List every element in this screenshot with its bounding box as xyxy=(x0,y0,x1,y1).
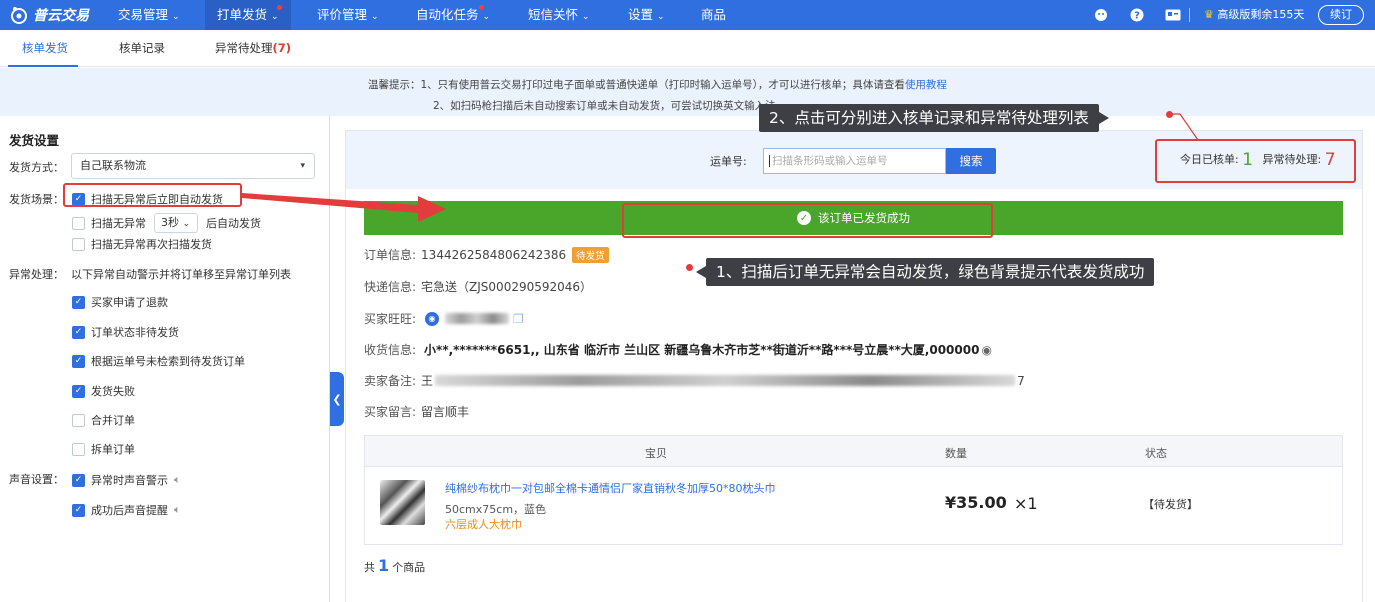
annotation-arrows xyxy=(242,113,1199,222)
annotation-callout-success: 1、扫描后订单无异常会自动发货，绿色背景提示代表发货成功 xyxy=(695,258,1155,286)
annotation-dot xyxy=(686,264,693,271)
annotation-callout-records: 2、点击可分别进入核单记录和异常待处理列表 xyxy=(759,104,1109,132)
annotation-dot xyxy=(1166,111,1173,118)
